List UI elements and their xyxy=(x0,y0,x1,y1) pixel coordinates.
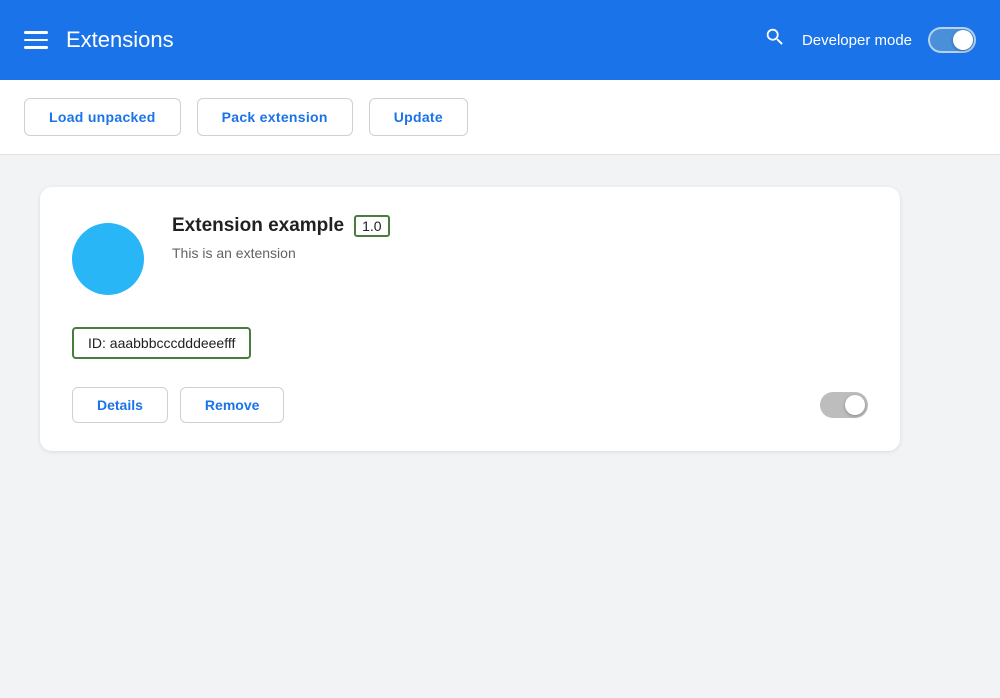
details-button[interactable]: Details xyxy=(72,387,168,423)
developer-mode-label: Developer mode xyxy=(802,32,912,49)
version-badge: 1.0 xyxy=(354,215,389,237)
developer-mode-toggle[interactable] xyxy=(928,27,976,53)
extension-id: ID: aaabbbcccdddeeefff xyxy=(72,327,251,359)
header-right: Developer mode xyxy=(764,26,976,54)
header: Extensions Developer mode xyxy=(0,0,1000,80)
extension-card: Extension example 1.0 This is an extensi… xyxy=(40,187,900,451)
card-top: Extension example 1.0 This is an extensi… xyxy=(72,215,868,295)
toolbar: Load unpacked Pack extension Update xyxy=(0,80,1000,155)
pack-extension-button[interactable]: Pack extension xyxy=(197,98,353,136)
hamburger-icon[interactable] xyxy=(24,31,48,49)
update-button[interactable]: Update xyxy=(369,98,468,136)
extension-icon xyxy=(72,223,144,295)
extension-description: This is an extension xyxy=(172,245,868,261)
page-title: Extensions xyxy=(66,27,174,53)
remove-button[interactable]: Remove xyxy=(180,387,284,423)
header-left: Extensions xyxy=(24,27,174,53)
extension-info: Extension example 1.0 This is an extensi… xyxy=(172,215,868,261)
load-unpacked-button[interactable]: Load unpacked xyxy=(24,98,181,136)
extension-name-row: Extension example 1.0 xyxy=(172,215,868,237)
card-bottom: Details Remove xyxy=(72,387,868,423)
search-icon[interactable] xyxy=(764,26,786,54)
card-actions: Details Remove xyxy=(72,387,284,423)
main-content: Extension example 1.0 This is an extensi… xyxy=(0,155,1000,483)
extension-name: Extension example xyxy=(172,215,344,237)
id-section: ID: aaabbbcccdddeeefff xyxy=(72,327,868,359)
extension-enable-toggle[interactable] xyxy=(820,392,868,418)
